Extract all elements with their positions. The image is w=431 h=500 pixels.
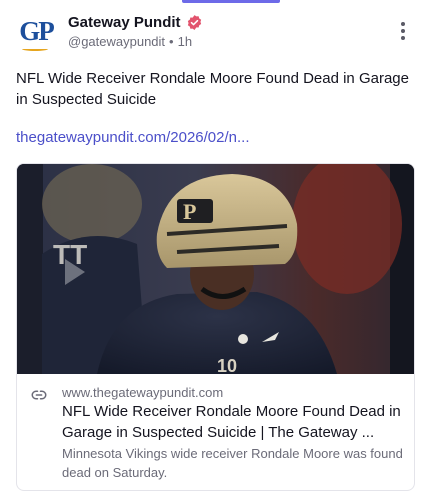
avatar-logo-text: GP	[19, 15, 54, 46]
feed-post[interactable]: GP Gateway Pundit @gatewaypundit • 1h NF…	[0, 0, 431, 500]
avatar[interactable]: GP	[16, 13, 56, 53]
link-preview-image[interactable]: TT P 10	[17, 164, 415, 374]
post-time[interactable]: 1h	[178, 34, 192, 49]
post-text: NFL Wide Receiver Rondale Moore Found De…	[16, 70, 409, 108]
author-handle[interactable]: @gatewaypundit	[68, 34, 165, 49]
link-preview-meta: www.thegatewaypundit.com NFL Wide Receiv…	[17, 374, 414, 490]
svg-text:10: 10	[217, 356, 237, 374]
avatar-swoosh	[22, 47, 48, 51]
active-tab-indicator	[182, 0, 280, 3]
more-options-button[interactable]	[392, 18, 414, 44]
svg-text:P: P	[183, 199, 196, 224]
link-icon	[30, 386, 48, 404]
more-vertical-icon	[401, 22, 405, 26]
post-link[interactable]: thegatewaypundit.com/2026/02/n...	[16, 128, 250, 148]
link-preview-title[interactable]: NFL Wide Receiver Rondale Moore Found De…	[62, 401, 406, 443]
meta-separator: •	[169, 34, 174, 49]
link-preview-card[interactable]: TT P 10 www.thegatewaypundit.com NFL Wid…	[16, 163, 415, 491]
author-name[interactable]: Gateway Pundit	[68, 14, 181, 31]
link-preview-domain: www.thegatewaypundit.com	[62, 385, 224, 400]
post-author: Gateway Pundit @gatewaypundit • 1h	[68, 12, 203, 49]
link-preview-description: Minnesota Vikings wide receiver Rondale …	[62, 446, 403, 480]
verified-badge-icon	[186, 14, 203, 31]
